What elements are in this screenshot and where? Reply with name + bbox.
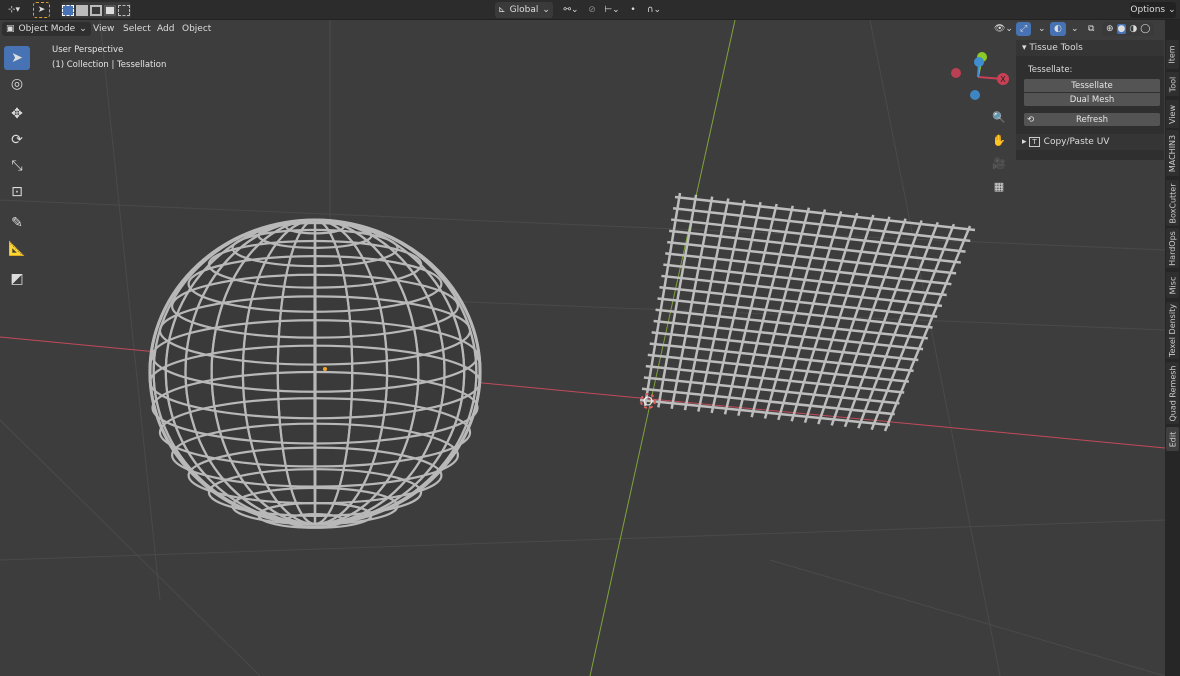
gizmo-axis-handle	[951, 68, 961, 78]
sidebar-tabs: Item Tool View MACHIN3 BoxCutter HardOps Misc T…	[1165, 20, 1180, 676]
uv-icon: T	[1029, 137, 1040, 147]
shading-mode-group[interactable]: ⊕ ● ◑ ◯	[1102, 22, 1155, 36]
editor-type-icon[interactable]: ⊹▾	[3, 2, 25, 18]
copy-paste-uv-subpanel[interactable]: ▸ T Copy/Paste UV	[1016, 134, 1164, 150]
proportional-edit-icon[interactable]: •	[627, 2, 639, 18]
add-cube-tool[interactable]: ◩	[4, 267, 30, 291]
menu-add[interactable]: Add	[153, 22, 178, 36]
camera-icon[interactable]: 🎥	[989, 153, 1009, 173]
pan-hand-icon[interactable]: ✋	[989, 130, 1009, 150]
collection-label: (1) Collection | Tessellation	[52, 60, 167, 70]
floor-grid-line	[99, 20, 161, 601]
refresh-button[interactable]: ⟲ Refresh	[1024, 113, 1160, 126]
selection-mode-group[interactable]	[61, 2, 131, 18]
tissue-tools-panel: ▾ Tissue Tools Tessellate: Tessellate Du…	[1016, 40, 1164, 160]
tab-label: Texel Density	[1168, 304, 1177, 357]
sidebar-tab-misc[interactable]: Misc	[1166, 272, 1179, 298]
xray-toggle-icon[interactable]: ⧉	[1084, 22, 1098, 36]
select-box-tool[interactable]: ➤	[4, 46, 30, 70]
tab-label: MACHIN3	[1168, 134, 1177, 172]
sidebar-tab-texel-density[interactable]: Texel Density	[1166, 302, 1179, 359]
falloff-icon[interactable]: ∩⌄	[643, 2, 665, 18]
options-dropdown[interactable]: Options ⌄	[1130, 2, 1176, 18]
object-mode-icon: ▣	[6, 24, 15, 34]
sidebar-tab-boxcutter[interactable]: BoxCutter	[1166, 180, 1179, 226]
sidebar-tab-machin3[interactable]: MACHIN3	[1166, 130, 1179, 176]
wireframe-shading-icon[interactable]: ⊕	[1106, 24, 1114, 34]
set-new-selection-icon[interactable]	[62, 4, 74, 16]
refresh-icon: ⟲	[1027, 114, 1035, 125]
pivot-point-icon[interactable]: ⚯⌄	[559, 2, 583, 18]
menu-object[interactable]: Object	[178, 22, 215, 36]
overlays-toggle-icon[interactable]: ◐	[1050, 22, 1066, 36]
chevron-down-icon[interactable]: ⌄	[1067, 22, 1083, 36]
panel-header[interactable]: ▾ Tissue Tools	[1016, 40, 1164, 56]
floor-grid-line	[0, 519, 1165, 561]
sphere-origin-dot	[323, 367, 327, 371]
sidebar-tab-view[interactable]: View	[1166, 100, 1179, 128]
tab-label: BoxCutter	[1168, 182, 1178, 224]
sidebar-tab-quad-remesh[interactable]: Quad Remesh	[1166, 362, 1179, 424]
sidebar-tab-tool[interactable]: Tool	[1166, 72, 1179, 96]
menu-select[interactable]: Select	[119, 22, 155, 36]
expand-arrow-icon: ▸	[1022, 137, 1030, 147]
viewport-header-bar: ⊹▾ ➤ ⊾ Global ⌄ ⚯⌄ ⊘ ⊢⌄ • ∩⌄ Options ⌄	[0, 0, 1180, 20]
tab-label: Quad Remesh	[1168, 365, 1177, 421]
transform-tool[interactable]: ⊡	[4, 180, 30, 204]
tab-label: Item	[1168, 45, 1177, 64]
tab-label: Misc	[1168, 276, 1178, 294]
chevron-down-icon[interactable]: ⌄	[1034, 22, 1050, 36]
chevron-down-icon: ⌄	[542, 5, 550, 15]
tessellate-section-label: Tessellate:	[1028, 65, 1073, 75]
move-tool[interactable]: ✥	[4, 102, 30, 126]
cursor-tool[interactable]: ◎	[4, 72, 30, 96]
perspective-grid-icon[interactable]: ▦	[989, 176, 1009, 196]
select-tool-icon[interactable]: ➤	[33, 2, 50, 18]
material-shading-icon[interactable]: ◑	[1129, 24, 1137, 34]
gizmo-axis-handle	[970, 90, 980, 100]
tab-label: Tool	[1168, 76, 1178, 92]
tab-label: View	[1168, 104, 1178, 124]
sidebar-tab-item[interactable]: Item	[1166, 40, 1179, 69]
gizmo-toggle-icon[interactable]: ⤢	[1016, 22, 1032, 36]
floor-grid-line	[769, 559, 1165, 676]
subtract-selection-icon[interactable]	[90, 4, 102, 16]
tab-label: Edit	[1168, 431, 1177, 447]
scale-tool[interactable]: ⤡	[4, 154, 30, 178]
floor-grid-line	[0, 199, 1165, 251]
gizmo-x-label: X	[1000, 75, 1006, 84]
zoom-icon[interactable]: 🔍	[989, 107, 1009, 127]
orientation-icon: ⊾	[498, 5, 506, 15]
extend-selection-icon[interactable]	[76, 4, 88, 16]
solid-shading-icon[interactable]: ●	[1116, 24, 1127, 34]
invert-selection-icon[interactable]	[104, 4, 116, 16]
sidebar-tab-hardops[interactable]: HardOps	[1166, 228, 1179, 268]
snap-icon[interactable]: ⊘	[585, 2, 599, 18]
dual-mesh-button[interactable]: Dual Mesh	[1024, 93, 1160, 106]
view-name-label: User Perspective	[52, 45, 124, 55]
annotate-tool[interactable]: ✎	[4, 211, 30, 235]
snap-target-icon[interactable]: ⊢⌄	[600, 2, 624, 18]
sphere-longitude-ring	[313, 218, 317, 526]
chevron-down-icon: ⌄	[1168, 5, 1176, 15]
tessellate-button[interactable]: Tessellate	[1024, 79, 1160, 92]
sidebar-tab-edit[interactable]: Edit	[1166, 427, 1179, 451]
gizmo-axis-handle	[974, 57, 984, 67]
rotate-tool[interactable]: ⟳	[4, 128, 30, 152]
mode-dropdown[interactable]: ▣ Object Mode ⌄	[2, 22, 91, 36]
tab-label: HardOps	[1168, 230, 1177, 266]
menu-view[interactable]: View	[89, 22, 118, 36]
chevron-down-icon: ⌄	[79, 24, 87, 34]
rendered-shading-icon[interactable]: ◯	[1140, 24, 1150, 34]
intersect-selection-icon[interactable]	[118, 4, 130, 16]
transform-orientation-dropdown[interactable]: ⊾ Global ⌄	[495, 2, 553, 18]
visibility-dropdown[interactable]: 👁⌄	[990, 22, 1017, 36]
measure-tool[interactable]: 📐	[4, 237, 30, 261]
